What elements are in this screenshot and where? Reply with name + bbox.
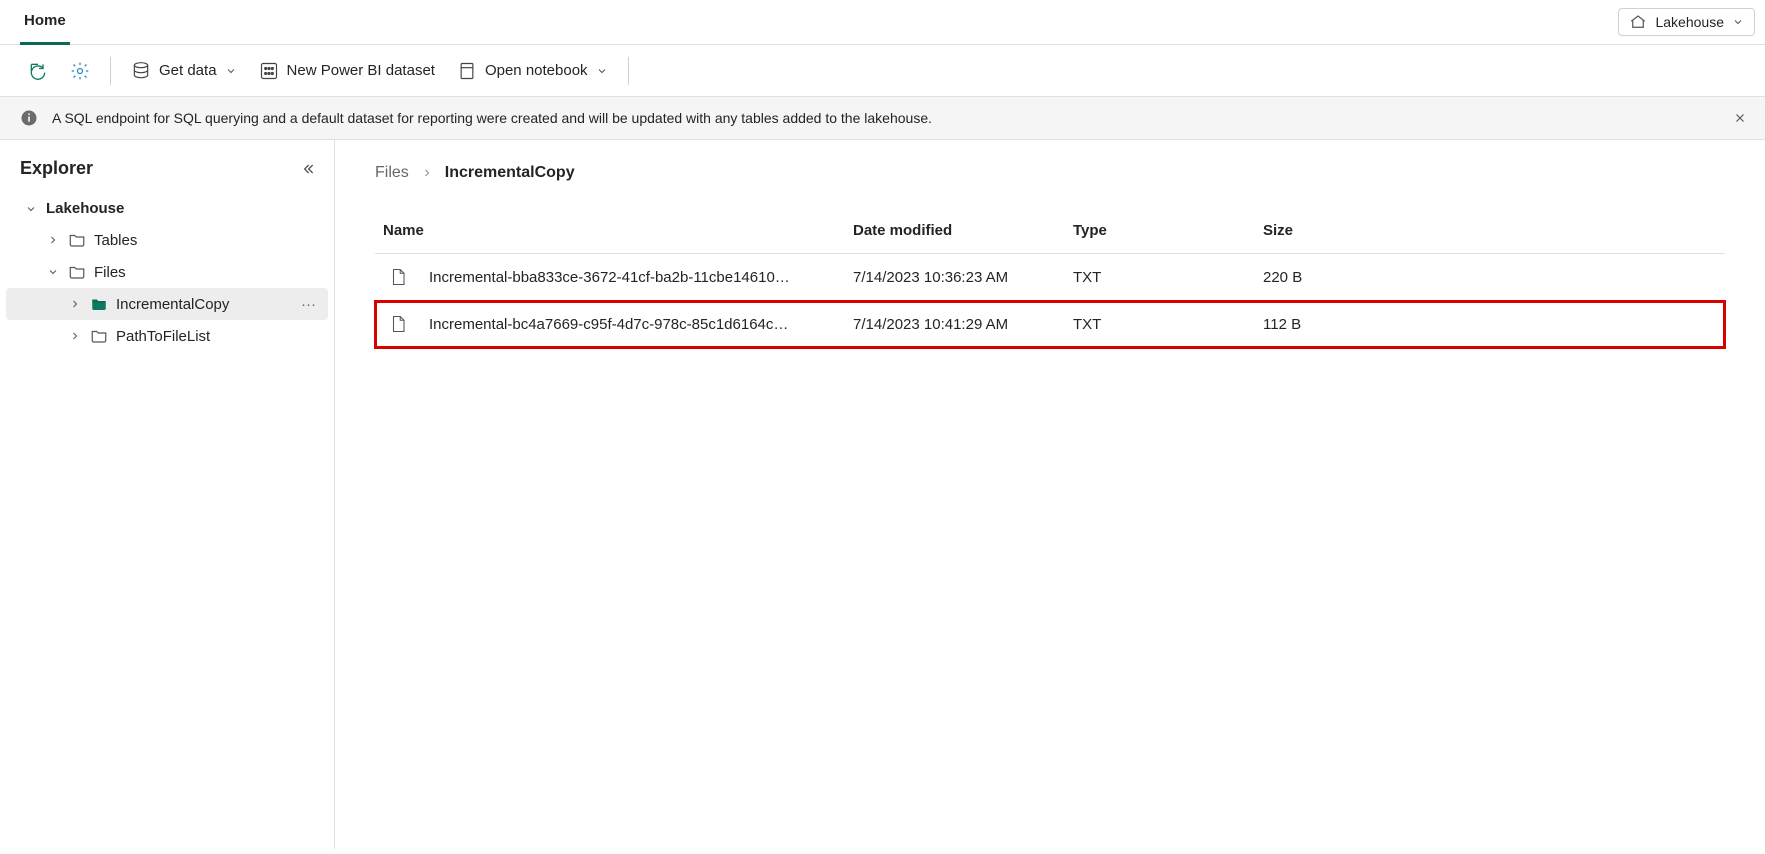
main-area: Explorer Lakehouse Tables Files (0, 140, 1765, 849)
tree-item-tables[interactable]: Tables (6, 224, 328, 256)
tree-item-label: Files (94, 264, 126, 281)
file-name: Incremental-bc4a7669-c95f-4d7c-978c-85c1… (429, 316, 788, 333)
file-size: 220 B (1255, 254, 1725, 301)
settings-button[interactable] (62, 55, 98, 87)
lakehouse-icon (1629, 13, 1647, 31)
col-header-size[interactable]: Size (1255, 212, 1725, 254)
col-header-type[interactable]: Type (1065, 212, 1255, 254)
file-type: TXT (1065, 254, 1255, 301)
explorer-title: Explorer (20, 158, 93, 179)
info-banner: A SQL endpoint for SQL querying and a de… (0, 97, 1765, 140)
content-panel: Files IncrementalCopy Name Date modified… (335, 140, 1765, 849)
info-banner-text: A SQL endpoint for SQL querying and a de… (52, 110, 932, 126)
chevron-right-icon (46, 233, 60, 247)
breadcrumb-parent[interactable]: Files (375, 164, 409, 182)
lakehouse-mode-dropdown[interactable]: Lakehouse (1618, 8, 1755, 36)
col-header-date[interactable]: Date modified (845, 212, 1065, 254)
chevron-right-icon (421, 167, 433, 179)
folder-icon (68, 231, 86, 249)
refresh-button[interactable] (20, 55, 56, 87)
file-table: Name Date modified Type Size Incremental… (375, 212, 1725, 348)
tree-root-label: Lakehouse (46, 200, 124, 217)
dataset-icon (259, 61, 279, 81)
explorer-header: Explorer (0, 150, 334, 193)
folder-open-icon (90, 295, 108, 313)
file-icon (389, 268, 407, 286)
tree-item-label: IncrementalCopy (116, 296, 229, 313)
tree-item-incrementalcopy[interactable]: IncrementalCopy ··· (6, 288, 328, 320)
folder-icon (90, 327, 108, 345)
chevron-right-icon (68, 329, 82, 343)
file-date: 7/14/2023 10:41:29 AM (845, 301, 1065, 348)
chevron-down-icon (225, 65, 237, 77)
more-icon[interactable]: ··· (301, 296, 320, 313)
new-dataset-label: New Power BI dataset (287, 62, 435, 79)
tree-root-lakehouse[interactable]: Lakehouse (6, 193, 328, 224)
chevron-down-icon (24, 202, 38, 216)
toolbar-separator (628, 57, 629, 85)
file-size: 112 B (1255, 301, 1725, 348)
table-row[interactable]: Incremental-bba833ce-3672-41cf-ba2b-11cb… (375, 254, 1725, 301)
col-header-name[interactable]: Name (375, 212, 845, 254)
open-notebook-button[interactable]: Open notebook (449, 55, 616, 87)
tree: Lakehouse Tables Files IncrementalCopy ·… (0, 193, 334, 352)
refresh-icon (28, 61, 48, 81)
tree-item-label: PathToFileList (116, 328, 210, 345)
chevron-down-icon (46, 265, 60, 279)
tree-item-label: Tables (94, 232, 137, 249)
info-icon (20, 109, 38, 127)
chevron-down-icon (1732, 16, 1744, 28)
toolbar: Get data New Power BI dataset Open noteb… (0, 45, 1765, 97)
new-dataset-button[interactable]: New Power BI dataset (251, 55, 443, 87)
close-icon[interactable] (1733, 111, 1747, 125)
database-icon (131, 61, 151, 81)
open-notebook-label: Open notebook (485, 62, 588, 79)
chevron-down-icon (596, 65, 608, 77)
toolbar-separator (110, 57, 111, 85)
breadcrumb: Files IncrementalCopy (375, 164, 1725, 182)
get-data-button[interactable]: Get data (123, 55, 245, 87)
collapse-icon[interactable] (300, 161, 316, 177)
file-type: TXT (1065, 301, 1255, 348)
notebook-icon (457, 61, 477, 81)
file-icon (389, 315, 407, 333)
table-row[interactable]: Incremental-bc4a7669-c95f-4d7c-978c-85c1… (375, 301, 1725, 348)
tab-home[interactable]: Home (20, 0, 70, 45)
file-date: 7/14/2023 10:36:23 AM (845, 254, 1065, 301)
gear-icon (70, 61, 90, 81)
chevron-right-icon (68, 297, 82, 311)
top-bar: Home Lakehouse (0, 0, 1765, 45)
folder-icon (68, 263, 86, 281)
tree-item-pathtofilelist[interactable]: PathToFileList (6, 320, 328, 352)
file-name: Incremental-bba833ce-3672-41cf-ba2b-11cb… (429, 269, 790, 286)
explorer-panel: Explorer Lakehouse Tables Files (0, 140, 335, 849)
get-data-label: Get data (159, 62, 217, 79)
breadcrumb-current: IncrementalCopy (445, 164, 575, 182)
tree-item-files[interactable]: Files (6, 256, 328, 288)
lakehouse-mode-label: Lakehouse (1655, 14, 1724, 30)
